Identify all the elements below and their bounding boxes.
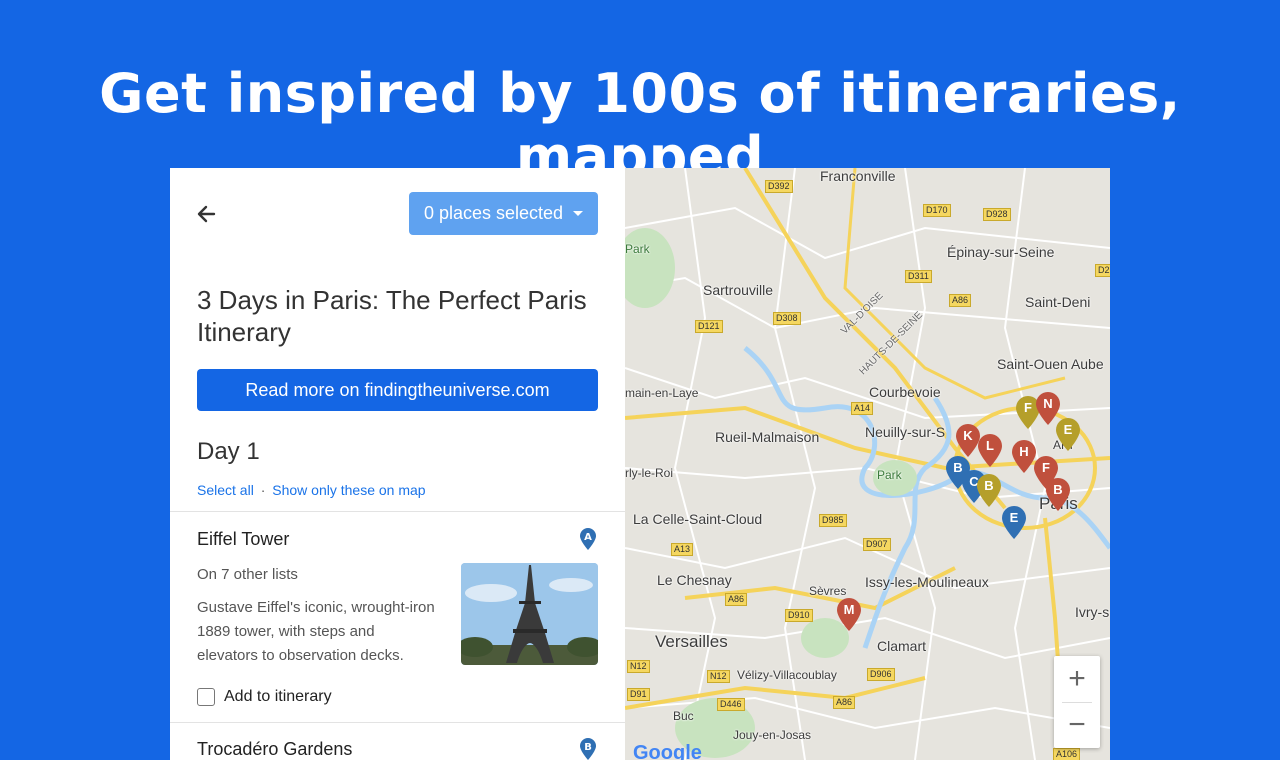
- marker-letter: B: [584, 742, 592, 753]
- road-tag: A86: [949, 294, 972, 307]
- map-label: Buc: [673, 709, 694, 723]
- add-to-itinerary-row[interactable]: Add to itinerary: [197, 688, 332, 706]
- arrow-left-icon[interactable]: [194, 202, 218, 226]
- map-label: Saint-Ouen Aube: [997, 356, 1104, 372]
- marker-letter: A: [584, 532, 592, 543]
- road-tag: D91: [627, 688, 650, 701]
- road-tag: D985: [819, 514, 847, 527]
- map-label: rly-le-Roi: [625, 466, 673, 480]
- map-label: main-en-Laye: [625, 386, 699, 400]
- map-label: Franconville: [820, 168, 896, 184]
- places-selected-label: 0 places selected: [423, 203, 564, 223]
- map-marker-icon: A: [579, 527, 597, 551]
- itinerary-title: 3 Days in Paris: The Perfect Paris Itine…: [197, 285, 587, 347]
- map-label: Ivry-s: [1075, 604, 1110, 620]
- road-tag: A86: [833, 696, 856, 709]
- itinerary-panel: 0 places selected 3 Days in Paris: The P…: [170, 168, 625, 760]
- caret-down-icon: [573, 211, 584, 216]
- road-tag: A13: [671, 543, 694, 556]
- select-all-link[interactable]: Select all: [197, 482, 254, 498]
- divider: [170, 511, 625, 512]
- marker-letter: N: [1043, 396, 1053, 411]
- map-label: Vélizy-Villacoublay: [737, 668, 837, 682]
- map-label: Versailles: [655, 632, 728, 651]
- app-frame: 0 places selected 3 Days in Paris: The P…: [170, 168, 1110, 760]
- road-tag: A106: [1053, 748, 1081, 760]
- map-label: Courbevoie: [869, 384, 941, 400]
- zoom-out-button[interactable]: −: [1054, 702, 1100, 748]
- map-label: Park: [877, 468, 902, 482]
- map-label: Issy-les-Moulineaux: [865, 574, 989, 590]
- map-view[interactable]: Franconville Épinay-sur-Seine Saint-Deni…: [625, 168, 1110, 760]
- map-label: Sartrouville: [703, 282, 774, 298]
- map-marker-red[interactable]: N: [1035, 392, 1061, 426]
- link-separator: ·: [260, 482, 266, 498]
- place-name[interactable]: Trocadéro Gardens: [197, 739, 352, 760]
- google-logo: Google: [633, 742, 702, 760]
- road-tag: D308: [773, 312, 801, 325]
- road-tag: D910: [785, 609, 813, 622]
- road-tag: N12: [707, 670, 730, 683]
- other-lists: On 7 other lists: [197, 566, 298, 583]
- map-marker-red[interactable]: L: [977, 434, 1003, 468]
- road-tag: N12: [627, 660, 650, 673]
- map-label: Saint-Deni: [1025, 294, 1091, 310]
- map-label: Sèvres: [809, 584, 847, 598]
- marker-letter: F: [1042, 460, 1050, 475]
- zoom-control: + −: [1054, 656, 1100, 748]
- divider: [170, 722, 625, 723]
- road-tag: A14: [851, 402, 874, 415]
- map-label: Park: [625, 242, 650, 256]
- road-tag: D906: [867, 668, 895, 681]
- road-tag: D170: [923, 204, 951, 217]
- add-to-itinerary-checkbox[interactable]: [197, 688, 215, 706]
- road-tag: A86: [725, 593, 748, 606]
- road-tag: D392: [765, 180, 793, 193]
- map-label: Le Chesnay: [657, 572, 732, 588]
- add-to-itinerary-label: Add to itinerary: [224, 688, 332, 705]
- map-marker-icon: B: [579, 737, 597, 760]
- marker-letter: E: [1009, 510, 1019, 525]
- map-label: Rueil-Malmaison: [715, 429, 820, 445]
- marker-letter: L: [986, 438, 994, 453]
- marker-letter: M: [843, 602, 855, 617]
- map-label: Neuilly-sur-S: [865, 424, 946, 440]
- day-links: Select all · Show only these on map: [197, 482, 426, 498]
- map-label: Clamart: [877, 638, 927, 654]
- eiffel-tower-photo: [461, 563, 598, 665]
- map-marker-blue[interactable]: E: [1001, 506, 1027, 540]
- map-label: La Celle-Saint-Cloud: [633, 511, 763, 527]
- zoom-divider: [1062, 702, 1092, 703]
- map-marker-olive[interactable]: B: [976, 474, 1002, 508]
- map-marker-red[interactable]: M: [836, 598, 862, 632]
- marker-letter: B: [984, 478, 994, 493]
- road-tag: D311: [905, 270, 932, 283]
- road-tag: D2: [1095, 264, 1110, 277]
- map-label: Jouy-en-Josas: [733, 728, 812, 742]
- road-tag: D907: [863, 538, 891, 551]
- day-heading: Day 1: [197, 438, 260, 465]
- place-description: Gustave Eiffel's iconic, wrought-iron 18…: [197, 599, 435, 664]
- read-more-button[interactable]: Read more on findingtheuniverse.com: [197, 369, 598, 411]
- road-tag: D121: [695, 320, 723, 333]
- road-tag: D446: [717, 698, 745, 711]
- marker-letter: B: [1053, 482, 1063, 497]
- map-label: Épinay-sur-Seine: [947, 244, 1055, 260]
- place-name[interactable]: Eiffel Tower: [197, 529, 289, 550]
- road-tag: D928: [983, 208, 1011, 221]
- places-selected-dropdown[interactable]: 0 places selected: [409, 192, 598, 235]
- map-marker-red[interactable]: B: [1045, 478, 1071, 512]
- zoom-in-button[interactable]: +: [1054, 656, 1100, 702]
- show-only-link[interactable]: Show only these on map: [272, 482, 425, 498]
